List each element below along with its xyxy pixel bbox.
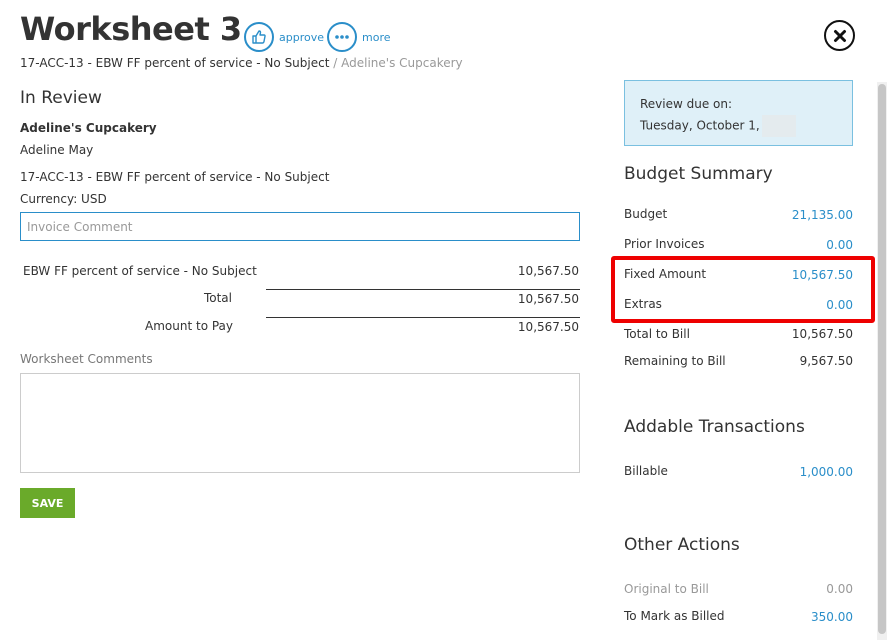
page-title: Worksheet 3 [20,10,242,48]
billable-value[interactable]: 1,000.00 [800,465,853,479]
total-to-bill-label: Total to Bill [624,327,690,341]
more-button[interactable]: more [327,22,391,52]
scrollbar-thumb[interactable] [878,84,886,634]
divider [266,317,580,318]
budget-label: Budget [624,207,668,221]
job-name: 17-ACC-13 - EBW FF percent of service - … [20,170,330,184]
review-due-label: Review due on: [640,97,733,111]
prior-invoices-value[interactable]: 0.00 [826,238,853,252]
breadcrumb: 17-ACC-13 - EBW FF percent of service - … [20,56,463,70]
approve-label: approve [279,30,324,44]
other-actions-heading: Other Actions [624,535,740,555]
breadcrumb-client[interactable]: Adeline's Cupcakery [341,56,463,70]
client-name: Adeline's Cupcakery [20,121,157,135]
highlight-box [611,256,875,323]
line-item-label: EBW FF percent of service - No Subject [23,264,257,278]
contact-name: Adeline May [20,143,94,157]
breadcrumb-job[interactable]: 17-ACC-13 - EBW FF percent of service - … [20,56,329,70]
total-label: Total [203,291,232,305]
invoice-comment-input[interactable] [20,212,580,241]
ellipsis-icon [327,22,357,52]
review-due-date-text: Tuesday, October 1, [640,118,760,133]
billable-label: Billable [624,464,668,478]
review-due-date: Tuesday, October 1, [640,115,796,137]
amount-to-pay-label: Amount to Pay [145,319,233,333]
close-button[interactable] [824,20,855,51]
remaining-to-bill-value: 9,567.50 [799,354,853,368]
redacted-year [761,115,796,137]
line-item-amount: 10,567.50 [517,264,579,278]
worksheet-comments-label: Worksheet Comments [20,352,153,366]
breadcrumb-separator: / [333,56,338,70]
budget-value[interactable]: 21,135.00 [792,208,853,222]
total-to-bill-value: 10,567.50 [791,327,853,341]
approve-button[interactable]: approve [244,22,324,52]
worksheet-comments-input[interactable] [20,373,580,473]
close-icon [833,29,847,43]
divider [266,289,580,290]
original-to-bill-value: 0.00 [826,582,853,596]
remaining-to-bill-label: Remaining to Bill [624,354,726,368]
total-value: 10,567.50 [517,292,579,306]
more-label: more [362,30,391,44]
to-mark-as-billed-value[interactable]: 350.00 [811,610,853,624]
to-mark-as-billed-label: To Mark as Billed [624,609,725,623]
original-to-bill-label: Original to Bill [624,582,709,596]
review-due-box: Review due on: Tuesday, October 1, [624,80,853,146]
addable-transactions-heading: Addable Transactions [624,417,805,437]
prior-invoices-label: Prior Invoices [624,237,705,251]
thumbs-up-icon [244,22,274,52]
budget-summary-heading: Budget Summary [624,164,773,184]
currency: Currency: USD [20,192,107,206]
amount-to-pay-value: 10,567.50 [517,320,579,334]
save-button[interactable]: SAVE [20,488,75,518]
status-heading: In Review [20,88,102,108]
